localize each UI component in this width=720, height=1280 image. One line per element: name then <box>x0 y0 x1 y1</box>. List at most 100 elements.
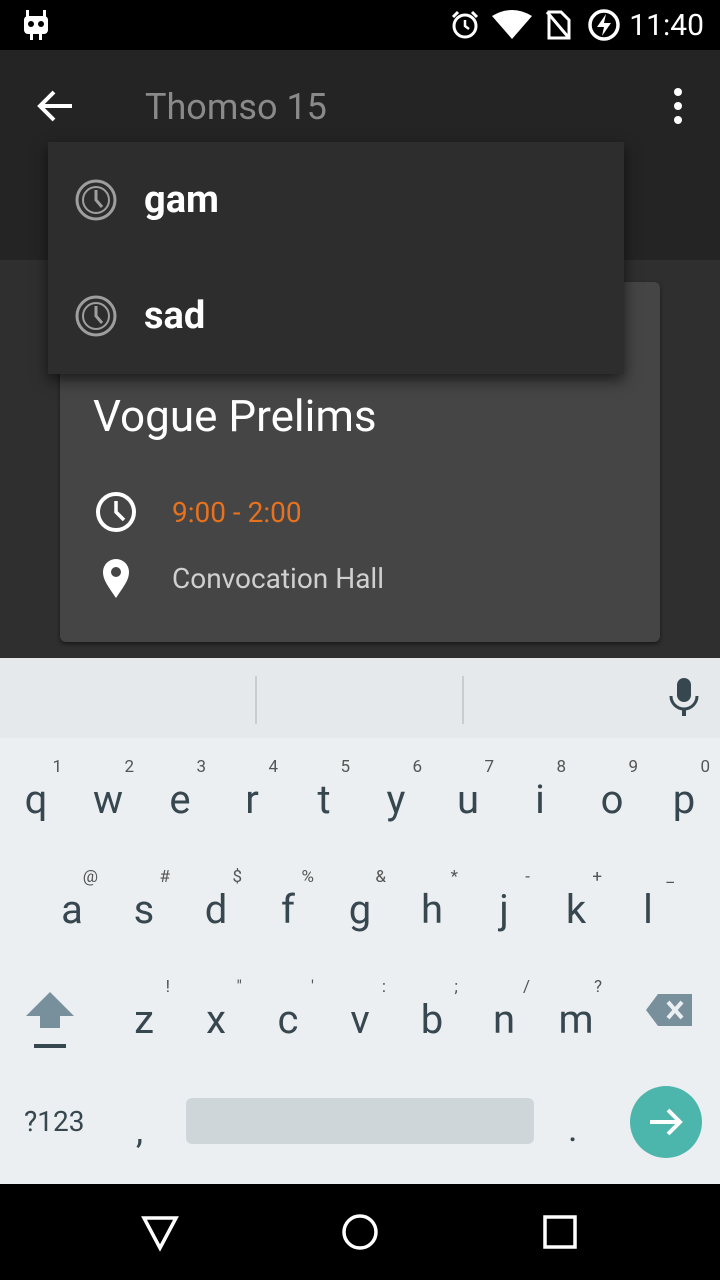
home-circle-icon[interactable] <box>340 1212 380 1252</box>
suggestion-label: gam <box>144 178 219 222</box>
back-arrow-icon[interactable] <box>36 86 76 126</box>
key-char: u <box>456 776 480 823</box>
key-t[interactable]: 5t <box>288 745 360 835</box>
key-r[interactable]: 4r <box>216 745 288 835</box>
status-time: 11:40 <box>629 8 704 43</box>
key-char: i <box>535 776 545 823</box>
suggestion-divider <box>255 676 257 724</box>
space-bar[interactable] <box>186 1098 534 1144</box>
key-hint: 5 <box>340 757 350 777</box>
event-time: 9:00 - 2:00 <box>172 495 302 529</box>
key-hint: + <box>592 867 602 887</box>
back-triangle-icon[interactable] <box>140 1212 180 1252</box>
key-char: p <box>672 776 696 823</box>
key-hint: 9 <box>628 757 638 777</box>
key-char: t <box>317 776 331 823</box>
key-v[interactable]: :v <box>324 965 396 1055</box>
key-s[interactable]: # s <box>108 855 180 945</box>
symbols-key[interactable]: ?123 <box>24 1105 84 1138</box>
event-title: Vogue Prelims <box>93 390 377 442</box>
key-j[interactable]: -j <box>468 855 540 945</box>
event-time-row: 9:00 - 2:00 <box>94 490 302 534</box>
key-p[interactable]: 0p <box>648 745 720 835</box>
key-f[interactable]: % f <box>252 855 324 945</box>
key-n[interactable]: / n <box>468 965 540 1055</box>
enter-button[interactable] <box>630 1086 702 1158</box>
key-hint: ? <box>593 977 602 997</box>
key-z[interactable]: ! z <box>108 965 180 1055</box>
event-location-row: Convocation Hall <box>94 556 384 600</box>
key-c[interactable]: ' c <box>252 965 324 1055</box>
key-hint: 1 <box>52 757 62 777</box>
key-hint: # <box>159 867 170 887</box>
overflow-menu-icon[interactable] <box>672 88 684 124</box>
keyboard-suggestion-strip <box>0 658 720 738</box>
key-char: h <box>420 886 444 933</box>
key-x[interactable]: " x <box>180 965 252 1055</box>
recents-square-icon[interactable] <box>540 1212 580 1252</box>
key-hint: " <box>236 977 242 997</box>
backspace-icon[interactable] <box>644 992 694 1028</box>
key-hint: / <box>522 977 530 997</box>
key-char: x <box>206 996 226 1043</box>
key-y[interactable]: 6y <box>360 745 432 835</box>
key-hint: ! <box>165 977 170 997</box>
key-i[interactable]: 8i <box>504 745 576 835</box>
key-o[interactable]: 9o <box>576 745 648 835</box>
key-hint: @ <box>82 867 98 887</box>
arrow-right-icon <box>650 1108 683 1136</box>
key-g[interactable]: & g <box>324 855 396 945</box>
key-u[interactable]: 7u <box>432 745 504 835</box>
key-hint: : <box>381 977 386 997</box>
key-char: g <box>348 886 372 933</box>
key-char: s <box>133 886 155 933</box>
key-char: a <box>61 886 83 933</box>
key-char: m <box>558 996 594 1043</box>
key-w[interactable]: 2w <box>72 745 144 835</box>
key-l[interactable]: _ l <box>612 855 684 945</box>
key-char: y <box>386 776 406 823</box>
key-char: f <box>281 886 295 933</box>
key-k[interactable]: + k <box>540 855 612 945</box>
suggestion-item-sad[interactable]: sad <box>48 258 624 374</box>
alarm-icon <box>451 10 479 39</box>
history-clock-icon <box>75 179 117 221</box>
key-hint: _ <box>666 867 674 887</box>
key-m[interactable]: ? m <box>540 965 612 1055</box>
key-b[interactable]: ; b <box>396 965 468 1055</box>
key-e[interactable]: 3e <box>144 745 216 835</box>
key-char: k <box>565 886 587 933</box>
key-d[interactable]: $ d <box>180 855 252 945</box>
key-h[interactable]: * h <box>396 855 468 945</box>
key-hint: - <box>525 867 530 887</box>
key-char: w <box>92 776 124 823</box>
key-hint: ; <box>454 977 458 997</box>
key-q[interactable]: 1q <box>0 745 72 835</box>
no-sim-icon <box>545 10 571 40</box>
key-a[interactable]: @ a <box>36 855 108 945</box>
suggestion-item-gam[interactable]: gam <box>48 142 624 258</box>
wifi-icon <box>492 10 532 39</box>
key-char: z <box>134 996 154 1043</box>
key-hint: 0 <box>700 757 710 777</box>
key-hint: * <box>450 867 458 887</box>
page-title: Thomso 15 <box>145 86 327 128</box>
key-hint: 2 <box>124 757 134 777</box>
key-char: j <box>499 886 509 933</box>
battery-charging-icon <box>588 9 620 41</box>
suggestion-label: sad <box>144 294 206 338</box>
key-char: r <box>245 776 259 823</box>
period-key[interactable]: . <box>568 1108 578 1150</box>
shift-icon[interactable] <box>24 990 76 1050</box>
key-hint: & <box>375 867 386 887</box>
suggestion-divider <box>462 676 464 724</box>
search-suggestions-dropdown: gam sad <box>48 142 624 374</box>
key-char: l <box>643 886 653 933</box>
comma-key[interactable]: , <box>136 1110 143 1152</box>
history-clock-icon <box>75 295 117 337</box>
microphone-icon[interactable] <box>668 676 700 718</box>
key-char: c <box>277 996 299 1043</box>
key-char: b <box>420 996 444 1043</box>
key-hint: % <box>301 867 314 887</box>
key-hint: 8 <box>556 757 566 777</box>
